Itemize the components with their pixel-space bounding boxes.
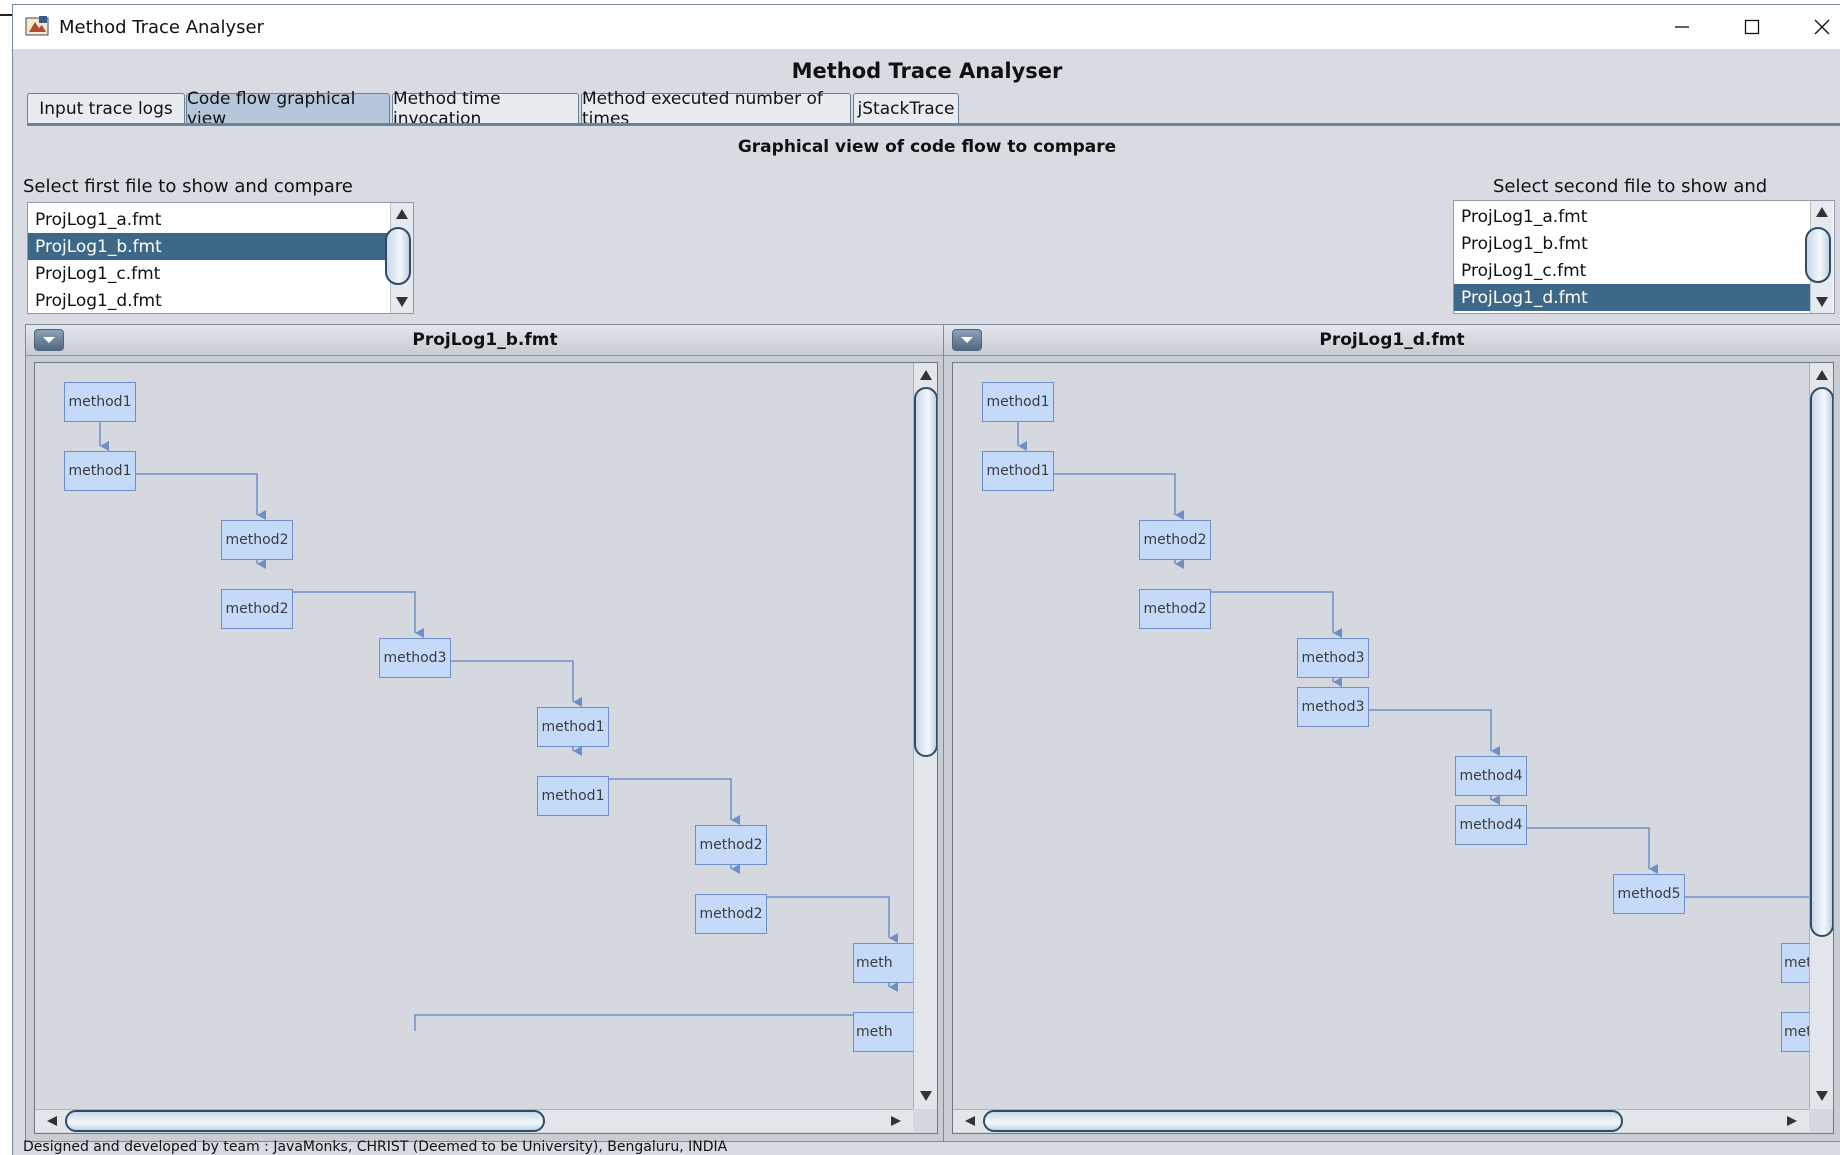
scroll-down-icon[interactable] (920, 1091, 932, 1101)
list-item[interactable]: ProjLog1_c.fmt (28, 260, 390, 287)
method-node[interactable]: method1 (537, 776, 609, 816)
left-panel-menu-button[interactable] (34, 329, 64, 351)
scroll-thumb[interactable] (1810, 387, 1833, 937)
method-node[interactable]: method1 (982, 382, 1054, 422)
list-item[interactable]: ProjLog1_a.fmt (1454, 203, 1810, 230)
method-node[interactable]: method4 (1455, 805, 1527, 845)
right-canvas-vscrollbar[interactable] (1809, 363, 1833, 1109)
scroll-left-icon[interactable] (965, 1116, 975, 1126)
method-node[interactable]: method3 (1297, 687, 1369, 727)
page-title: Method Trace Analyser (791, 59, 1063, 83)
method-node[interactable]: method3 (1297, 638, 1369, 678)
list-item[interactable]: ProjLog1_b.fmt (1454, 230, 1810, 257)
list-item-selected[interactable]: ProjLog1_d.fmt (1454, 284, 1810, 311)
list-item[interactable]: ProjLog1_d.fmt (28, 287, 390, 313)
method-node[interactable]: method1 (64, 451, 136, 491)
tab-code-flow-graphical-view[interactable]: Code flow graphical view (186, 89, 390, 129)
method-node[interactable]: method4 (1455, 756, 1527, 796)
scroll-down-icon[interactable] (396, 297, 408, 307)
scroll-up-icon[interactable] (1816, 207, 1828, 217)
right-panel-title-text: ProjLog1_d.fmt (1319, 330, 1465, 350)
left-edge-mark (0, 14, 12, 16)
method-node[interactable]: method2 (221, 589, 293, 629)
chevron-down-icon (43, 337, 55, 343)
maximize-button[interactable] (1717, 5, 1787, 49)
left-panel-title: ProjLog1_b.fmt (26, 325, 944, 356)
app-icon (25, 15, 49, 37)
chevron-down-icon (961, 337, 973, 343)
method-node[interactable]: method1 (537, 707, 609, 747)
scroll-thumb[interactable] (914, 387, 937, 757)
first-list-scrollbar[interactable] (385, 203, 413, 313)
right-canvas-hscrollbar[interactable] (953, 1109, 1809, 1132)
scroll-up-icon[interactable] (920, 370, 932, 380)
first-file-list[interactable]: ProjLog1_a.fmt ProjLog1_b.fmt ProjLog1_c… (27, 202, 414, 314)
window-title: Method Trace Analyser (59, 17, 264, 38)
tab-method-executed-number-of-times[interactable]: Method executed number of times (581, 89, 851, 129)
first-file-label: Select first file to show and compare (23, 176, 353, 197)
close-icon (1814, 19, 1830, 35)
right-graph-canvas[interactable]: method1 method1 method2 method2 method3 … (952, 362, 1834, 1134)
tab-underline (27, 123, 1840, 126)
scroll-right-icon[interactable] (891, 1116, 901, 1126)
method-node[interactable]: method3 (379, 638, 451, 678)
second-file-list[interactable]: ProjLog1_a.fmt ProjLog1_b.fmt ProjLog1_c… (1453, 200, 1835, 314)
right-graph-panel: ProjLog1_d.fmt method1 method1 method2 m… (943, 324, 1840, 1142)
maximize-icon (1744, 19, 1760, 35)
minimize-button[interactable] (1647, 5, 1717, 49)
method-node[interactable]: method2 (695, 894, 767, 934)
left-canvas-hscrollbar[interactable] (35, 1109, 913, 1132)
method-node[interactable]: method1 (982, 451, 1054, 491)
close-button[interactable] (1787, 5, 1840, 49)
list-item[interactable]: ProjLog1_a.fmt (28, 206, 390, 233)
method-node[interactable]: method2 (221, 520, 293, 560)
scroll-thumb[interactable] (65, 1110, 545, 1132)
scroll-up-icon[interactable] (396, 209, 408, 219)
title-bar: Method Trace Analyser (13, 5, 1840, 49)
left-edges (99, 422, 898, 1031)
left-graph-canvas[interactable]: method1 method1 method2 method2 method3 … (34, 362, 938, 1134)
method-node[interactable]: method1 (64, 382, 136, 422)
list-item-selected[interactable]: ProjLog1_b.fmt (28, 233, 390, 260)
tab-input-trace-logs[interactable]: Input trace logs (27, 93, 185, 123)
tab-method-time-invocation[interactable]: Method time invocation (392, 89, 579, 129)
scroll-thumb[interactable] (1805, 227, 1831, 283)
scroll-left-icon[interactable] (47, 1116, 57, 1126)
right-edges (1017, 422, 1809, 898)
scroll-down-icon[interactable] (1816, 297, 1828, 307)
method-node[interactable]: method5 (1613, 874, 1685, 914)
minimize-icon (1675, 26, 1689, 28)
footer-credits: Designed and developed by team : JavaMon… (23, 1139, 728, 1155)
tab-jstacktrace[interactable]: jStackTrace (853, 93, 959, 123)
right-panel-title: ProjLog1_d.fmt (944, 325, 1840, 356)
second-list-scrollbar[interactable] (1805, 201, 1833, 313)
scroll-right-icon[interactable] (1787, 1116, 1797, 1126)
scroll-thumb[interactable] (385, 227, 411, 285)
scroll-down-icon[interactable] (1816, 1091, 1828, 1101)
app-window: Method Trace Analyser Method Trace Analy… (12, 4, 1840, 1155)
method-node[interactable]: method2 (1139, 589, 1211, 629)
left-canvas-vscrollbar[interactable] (913, 363, 937, 1109)
left-panel-title-text: ProjLog1_b.fmt (412, 330, 558, 350)
left-graph-panel: ProjLog1_b.fmt method1 method1 method2 m… (25, 324, 945, 1142)
view-subtitle: Graphical view of code flow to compare (737, 137, 1117, 157)
scroll-thumb[interactable] (983, 1110, 1623, 1132)
right-panel-menu-button[interactable] (952, 329, 982, 351)
scroll-up-icon[interactable] (1816, 370, 1828, 380)
method-node[interactable]: method2 (695, 825, 767, 865)
method-node[interactable]: method2 (1139, 520, 1211, 560)
list-item[interactable]: ProjLog1_c.fmt (1454, 257, 1810, 284)
